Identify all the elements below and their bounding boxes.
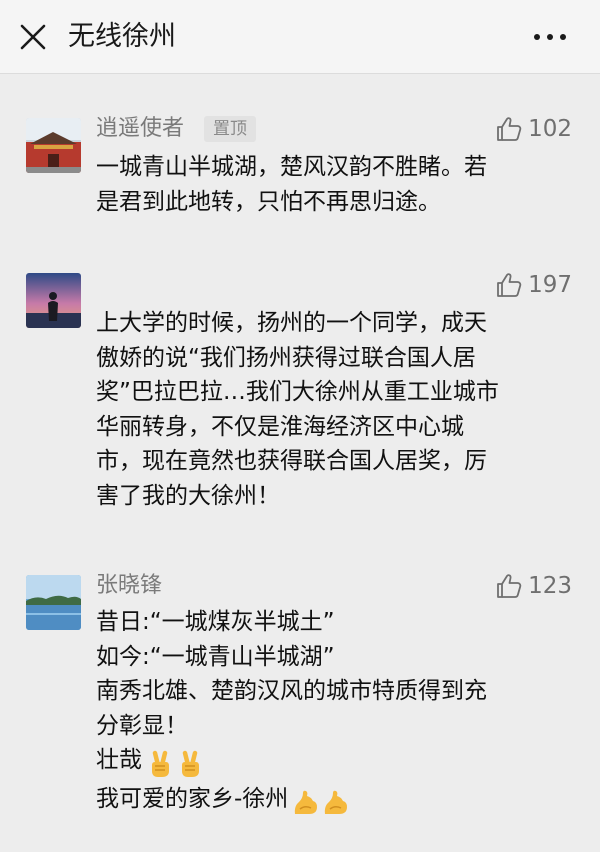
- comment-line: 一城青山半城湖，楚风汉韵不胜睹。若: [96, 154, 487, 180]
- flexed-biceps-emoji: [295, 790, 318, 814]
- comment-author[interactable]: 张晓锋: [96, 571, 162, 601]
- pinned-badge: 置顶: [204, 116, 256, 142]
- comment-line: 如今:“一城青山半城湖”: [96, 643, 335, 670]
- comment-text: 上大学的时候，扬州的一个同学，成天 傲娇的说“我们扬州获得过联合国人居 奖”巴拉…: [96, 306, 576, 513]
- comment-line-with-emoji: 我可爱的家乡-徐州: [96, 782, 576, 821]
- comment-author[interactable]: 逍遥使者: [96, 114, 184, 144]
- thumbs-up-icon: [497, 117, 522, 141]
- avatar[interactable]: [26, 575, 81, 630]
- comment-line: 昔日:“一城煤灰半城土”: [96, 609, 335, 635]
- like-count: 102: [528, 116, 572, 142]
- close-button[interactable]: [18, 22, 48, 52]
- more-dots-icon: [534, 34, 566, 40]
- close-icon: [20, 24, 46, 50]
- comment-line: 市，现在竟然也获得联合国人居奖，厉: [96, 448, 487, 474]
- thumbs-up-icon: [497, 273, 522, 297]
- avatar[interactable]: [26, 273, 81, 328]
- like-button[interactable]: 197: [495, 270, 572, 300]
- comment-line: 奖”巴拉巴拉…我们大徐州从重工业城市: [96, 379, 499, 405]
- comment-line: 分彰显！: [96, 712, 188, 739]
- comment-line-with-emoji: 壮哉: [96, 743, 576, 782]
- page-title: 无线徐州: [68, 21, 176, 52]
- comment-line: 傲娇的说“我们扬州获得过联合国人居: [96, 344, 476, 371]
- like-count: 123: [528, 573, 572, 599]
- comment-text: 昔日:“一城煤灰半城土” 如今:“一城青山半城湖” 南秀北雄、楚韵汉风的城市特质…: [96, 605, 576, 820]
- like-button[interactable]: 123: [495, 571, 572, 601]
- sunset-silhouette-avatar: [26, 273, 81, 328]
- victory-hand-emoji: [152, 750, 169, 777]
- victory-hand-emoji: [182, 750, 199, 777]
- like-button[interactable]: 102: [495, 114, 572, 144]
- lake-landscape-avatar: [26, 575, 81, 630]
- comment-line: 南秀北雄、楚韵汉风的城市特质得到充: [96, 678, 487, 704]
- comment-line: 上大学的时候，扬州的一个同学，成天: [96, 310, 487, 336]
- comment-line: 是君到此地转，只怕不再思归途。: [96, 188, 441, 215]
- thumbs-up-icon: [497, 574, 522, 598]
- flexed-biceps-emoji: [325, 790, 348, 814]
- comment-line: 害了我的大徐州！: [96, 482, 280, 509]
- avatar[interactable]: [26, 118, 81, 173]
- like-count: 197: [528, 272, 572, 298]
- more-button[interactable]: [530, 25, 570, 49]
- comment-line: 我可爱的家乡-徐州: [96, 785, 289, 812]
- comment-line: 壮哉: [96, 747, 142, 773]
- emoji-group: [291, 786, 351, 821]
- comment-text: 一城青山半城湖，楚风汉韵不胜睹。若 是君到此地转，只怕不再思归途。: [96, 150, 576, 219]
- top-bar: 无线徐州: [0, 0, 600, 74]
- emoji-group: [145, 747, 205, 782]
- comment-line: 华丽转身，不仅是淮海经济区中心城: [96, 413, 464, 440]
- palace-gate-avatar: [26, 118, 81, 173]
